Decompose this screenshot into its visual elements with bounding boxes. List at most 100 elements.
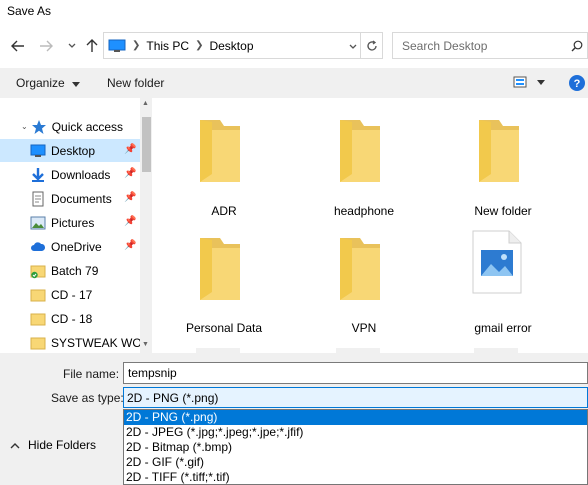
sidebar-item-batch-79[interactable]: Batch 79 (0, 259, 140, 282)
type-option-gif[interactable]: 2D - GIF (*.gif) (124, 455, 587, 470)
address-bar[interactable]: ❯ This PC ❯ Desktop (103, 32, 383, 59)
file-item-personal-data[interactable]: Personal Data (164, 216, 284, 335)
file-item-headphone[interactable]: headphone (304, 98, 424, 218)
sidebar-item-label: Pictures (51, 215, 95, 230)
synced-folder-icon (30, 265, 46, 278)
type-option-png[interactable]: 2D - PNG (*.png) (124, 410, 587, 425)
scrollbar-thumb[interactable] (142, 117, 151, 172)
refresh-button[interactable] (361, 37, 383, 54)
sidebar-item-quick-access[interactable]: ⌄ Quick access (0, 115, 140, 138)
caret-down-icon (537, 79, 545, 85)
scroll-down-icon[interactable]: ▼ (142, 341, 149, 348)
save-type-value: 2D - PNG (*.png) (127, 391, 219, 405)
scroll-up-icon[interactable]: ▲ (142, 100, 149, 107)
sidebar-item-pictures[interactable]: Pictures 📌 (0, 211, 140, 234)
folder-icon (30, 337, 46, 349)
sidebar-item-label: CD - 17 (51, 287, 93, 302)
organize-button[interactable]: Organize (16, 76, 81, 90)
search-box[interactable]: Search Desktop (392, 32, 588, 59)
back-button[interactable] (8, 36, 28, 56)
caret-down-icon (72, 82, 81, 87)
file-name-label: File name: (63, 367, 120, 381)
arrow-right-icon (40, 40, 53, 52)
sidebar-item-desktop[interactable]: Desktop 📌 (0, 139, 140, 162)
sidebar-item-label: Desktop (51, 143, 96, 158)
sidebar-item-label: SYSTWEAK WOR (51, 335, 140, 350)
sidebar-item-onedrive[interactable]: OneDrive 📌 (0, 235, 140, 258)
sidebar-item-cd-17[interactable]: CD - 17 (0, 283, 140, 306)
new-folder-label: New folder (107, 76, 165, 90)
file-name: VPN (351, 321, 377, 335)
chevron-up-icon (10, 442, 20, 448)
pictures-icon (30, 216, 46, 229)
up-button[interactable] (82, 36, 102, 56)
type-option-tiff[interactable]: 2D - TIFF (*.tiff;*.tif) (124, 470, 587, 485)
organize-label: Organize (16, 76, 65, 90)
monitor-icon (108, 39, 126, 52)
file-list: ADR headphone New folder Personal Data V… (152, 98, 588, 353)
sidebar-item-label: Quick access (51, 119, 124, 134)
file-name-field[interactable] (123, 362, 588, 384)
refresh-icon (367, 39, 377, 51)
breadcrumb: ❯ This PC ❯ Desktop (104, 33, 254, 58)
chevron-down-icon (68, 43, 76, 48)
pin-icon: 📌 (124, 216, 137, 227)
chevron-down-icon (349, 44, 357, 49)
navigation-pane: ⌄ Quick access Desktop 📌 Downloads 📌 Doc… (0, 98, 152, 353)
arrow-up-icon (86, 39, 98, 52)
search-placeholder: Search Desktop (402, 39, 488, 53)
address-dropdown-button[interactable] (349, 39, 357, 53)
title-bar: Save As (0, 0, 588, 24)
folder-icon (340, 238, 380, 300)
breadcrumb-desktop[interactable]: Desktop (209, 39, 253, 53)
type-option-jpeg[interactable]: 2D - JPEG (*.jpg;*.jpeg;*.jpe;*.jfif) (124, 425, 587, 440)
new-folder-button[interactable]: New folder (107, 76, 164, 90)
sidebar-item-cd-18[interactable]: CD - 18 (0, 307, 140, 330)
sidebar-item-label: Batch 79 (51, 263, 99, 278)
file-name: gmail error (474, 321, 532, 335)
sidebar-item-label: OneDrive (51, 239, 102, 254)
folder-icon (340, 120, 380, 182)
save-type-dropdown: 2D - PNG (*.png) 2D - JPEG (*.jpg;*.jpeg… (123, 409, 588, 485)
file-item-vpn[interactable]: VPN (304, 216, 424, 335)
folder-icon (30, 289, 46, 301)
pin-icon: 📌 (124, 192, 137, 203)
sidebar-item-systweak[interactable]: SYSTWEAK WOR (0, 331, 140, 354)
recent-locations-button[interactable] (62, 36, 82, 56)
chevron-right-icon: ❯ (195, 40, 204, 51)
download-icon (32, 167, 44, 182)
sidebar-item-documents[interactable]: Documents 📌 (0, 187, 140, 210)
hide-folders-button[interactable]: Hide Folders (10, 438, 96, 452)
type-option-bmp[interactable]: 2D - Bitmap (*.bmp) (124, 440, 587, 455)
file-name: Personal Data (185, 321, 263, 335)
chevron-down-icon[interactable]: ⌄ (21, 122, 28, 131)
view-options-button[interactable] (513, 76, 545, 88)
file-item-gmail-error[interactable]: gmail error (443, 216, 563, 335)
star-icon (31, 119, 46, 134)
file-item-new-folder[interactable]: New folder (443, 98, 563, 218)
command-bar: Organize New folder ? (0, 68, 588, 99)
pin-icon: 📌 (124, 168, 137, 179)
pin-icon: 📌 (124, 144, 137, 155)
hide-folders-label: Hide Folders (28, 438, 97, 452)
window-title: Save As (7, 4, 52, 18)
file-item-adr[interactable]: ADR (164, 98, 284, 218)
chevron-right-icon: ❯ (132, 40, 141, 51)
help-button[interactable]: ? (568, 74, 586, 95)
image-file-icon (472, 230, 522, 294)
sidebar-item-label: CD - 18 (51, 311, 93, 326)
file-name-input[interactable] (124, 363, 588, 383)
svg-text:?: ? (574, 78, 581, 90)
search-icon (571, 40, 583, 52)
forward-button[interactable] (36, 36, 56, 56)
sidebar-item-downloads[interactable]: Downloads 📌 (0, 163, 140, 186)
folder-icon (200, 238, 240, 300)
desktop-icon (30, 144, 46, 157)
save-type-label: Save as type: (51, 391, 124, 405)
breadcrumb-this-pc[interactable]: This PC (146, 39, 189, 53)
save-type-select[interactable]: 2D - PNG (*.png) (123, 387, 588, 408)
arrow-left-icon (11, 40, 24, 52)
view-icon (513, 76, 527, 88)
folder-icon (200, 120, 240, 182)
documents-icon (32, 191, 44, 206)
